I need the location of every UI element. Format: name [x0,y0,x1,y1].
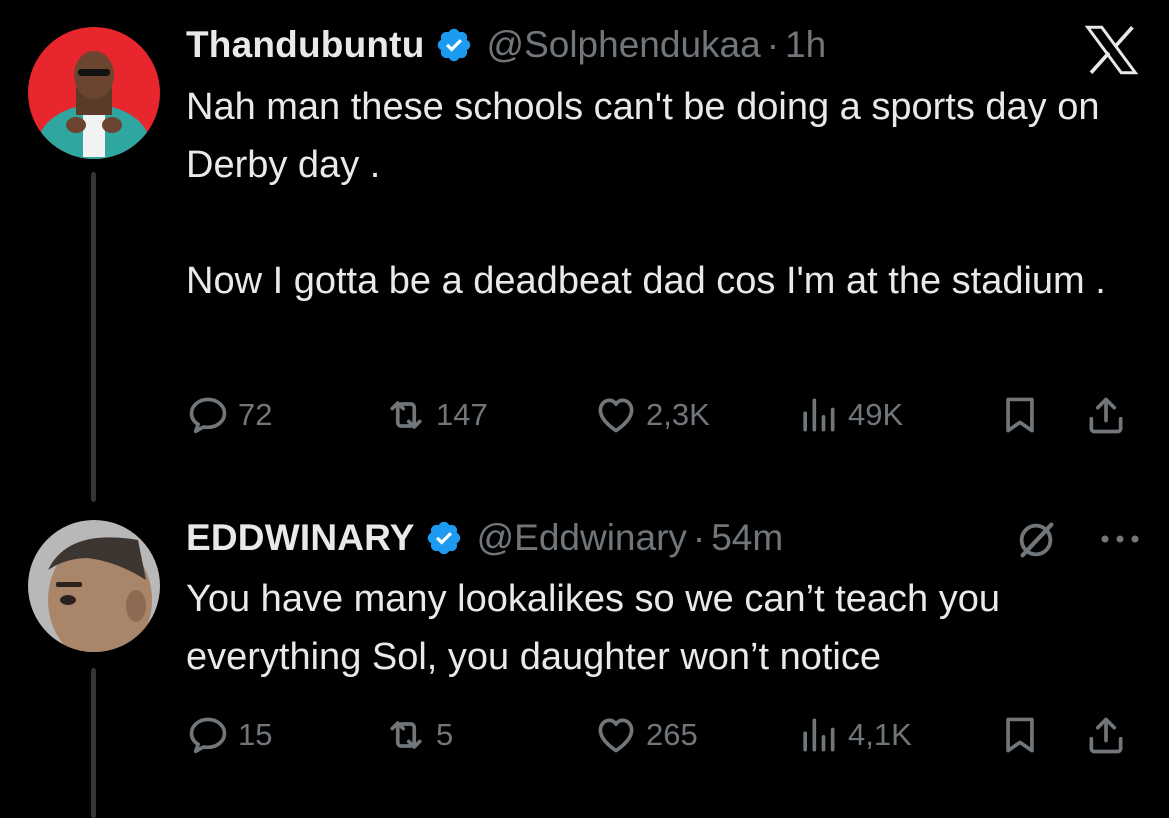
heart-icon [594,393,638,437]
reply-button[interactable]: 72 [186,390,272,440]
tweet-text: Nah man these schools can't be doing a s… [186,86,1106,302]
verified-badge-icon [425,519,463,557]
timestamp[interactable]: 54m [711,517,783,559]
bookmark-button[interactable] [998,390,1042,440]
separator-dot: · [692,517,706,558]
bookmark-icon [998,713,1042,757]
user-handle[interactable]: @Eddwinary [477,517,687,559]
display-name[interactable]: Thandubuntu [186,24,425,66]
repost-icon [384,713,428,757]
heart-icon [594,713,638,757]
views-button[interactable]: 4,1K [796,710,912,760]
tweet-actions: 15 5 265 4,1K [186,710,1146,760]
grok-icon[interactable] [1013,517,1059,563]
tweet-header: EDDWINARY @Eddwinary · 54m [186,513,783,563]
bookmark-button[interactable] [998,710,1042,760]
separator-dot: · [766,24,780,65]
thread-line [91,172,96,502]
avatar[interactable] [28,520,160,652]
repost-count: 5 [436,717,454,752]
tweet[interactable]: Thandubuntu @Solphendukaa · 1h Nah man t… [0,0,1169,502]
repost-count: 147 [436,397,488,432]
repost-button[interactable]: 5 [384,710,453,760]
user-handle[interactable]: @Solphendukaa [487,24,761,66]
share-button[interactable] [1084,390,1128,440]
views-chart-icon [796,393,840,437]
like-button[interactable]: 2,3K [594,390,710,440]
reply-count: 15 [238,717,273,752]
bookmark-icon [998,393,1042,437]
timestamp[interactable]: 1h [785,24,826,66]
more-options-icon[interactable] [1097,526,1143,552]
repost-icon [384,393,428,437]
display-name[interactable]: EDDWINARY [186,517,415,559]
reply-count: 72 [238,397,273,432]
tweet-actions: 72 147 2,3K 49K [186,390,1146,440]
thread-line [91,668,96,818]
reply-icon [186,713,230,757]
views-count: 49K [848,397,904,432]
tweet-text: You have many lookalikes so we can’t tea… [186,578,1000,678]
share-icon [1084,393,1128,437]
reply-icon [186,393,230,437]
share-button[interactable] [1084,710,1128,760]
avatar[interactable] [28,27,160,159]
tweet-header: Thandubuntu @Solphendukaa · 1h [186,20,826,70]
x-logo-icon[interactable] [1083,25,1140,75]
like-count: 265 [646,717,698,752]
repost-button[interactable]: 147 [384,390,488,440]
verified-badge-icon [435,26,473,64]
like-button[interactable]: 265 [594,710,698,760]
views-button[interactable]: 49K [796,390,903,440]
like-count: 2,3K [646,397,710,432]
views-count: 4,1K [848,717,912,752]
reply-button[interactable]: 15 [186,710,272,760]
share-icon [1084,713,1128,757]
views-chart-icon [796,713,840,757]
tweet-reply[interactable]: EDDWINARY @Eddwinary · 54m You have many… [0,500,1169,818]
